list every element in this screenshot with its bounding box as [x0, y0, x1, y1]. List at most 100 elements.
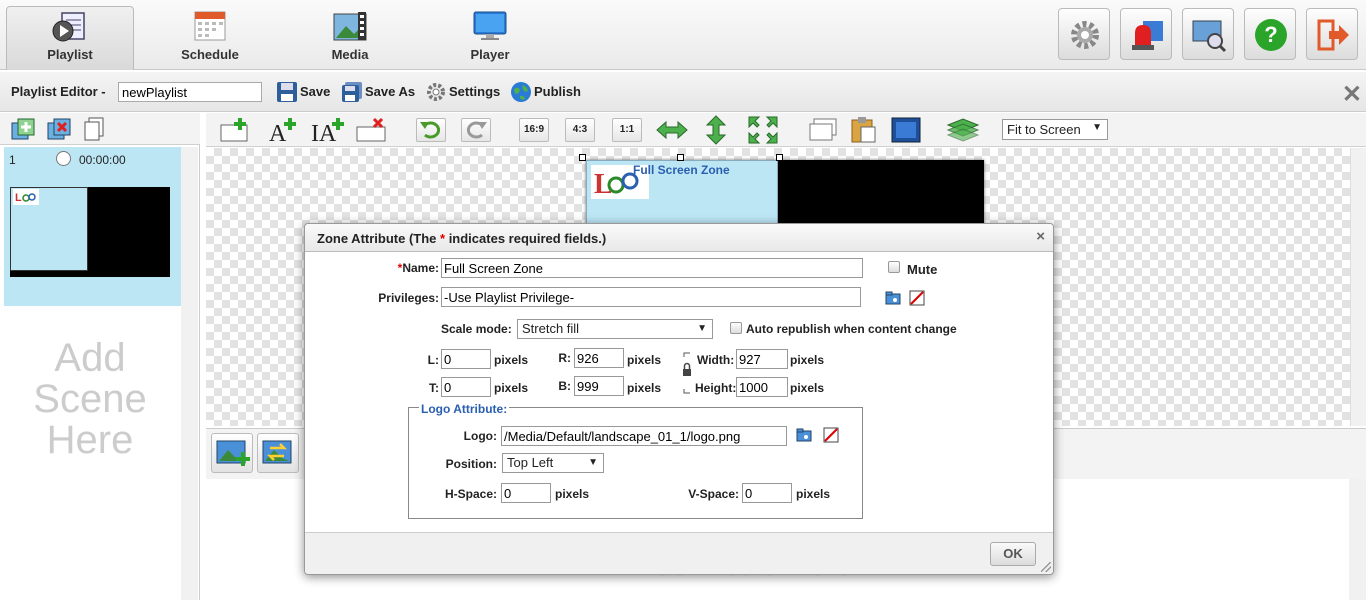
tab-schedule[interactable]: Schedule — [150, 6, 270, 70]
zone-name: Full Screen Zone — [633, 163, 730, 177]
settings-label: Settings — [449, 84, 501, 99]
ratio-label: 16:9 — [523, 124, 544, 135]
logout-button[interactable] — [1306, 8, 1358, 60]
privileges-input[interactable] — [441, 287, 861, 307]
add-zone-icon[interactable] — [220, 117, 250, 143]
auto-republish-checkbox[interactable] — [730, 322, 742, 334]
fullscreen-icon[interactable] — [748, 116, 778, 144]
name-label: *Name: — [385, 261, 439, 275]
publish-button[interactable]: Publish — [510, 81, 581, 103]
v-space-label: V-Space: — [688, 487, 739, 501]
save-label: Save — [300, 84, 331, 99]
privileges-label: Privileges: — [378, 291, 439, 305]
fit-mode-select[interactable]: Fit to Screen ▼ — [1002, 119, 1108, 140]
add-scene-icon[interactable] — [11, 118, 37, 140]
undo-button[interactable] — [416, 118, 446, 142]
ok-button[interactable]: OK — [990, 542, 1036, 566]
close-icon[interactable]: × — [1036, 228, 1045, 245]
copy-zone-icon[interactable] — [808, 118, 838, 142]
left-label: L: — [427, 353, 439, 367]
right-input[interactable] — [574, 348, 624, 368]
v-space-input[interactable] — [742, 483, 792, 503]
scale-mode-value: Stretch fill — [522, 321, 580, 336]
add-text-icon[interactable]: A — [268, 117, 298, 143]
background-icon[interactable] — [891, 117, 921, 143]
clear-icon[interactable] — [909, 290, 925, 306]
width-label: Width: — [697, 353, 735, 367]
h-space-input[interactable] — [501, 483, 551, 503]
ratio-16-9-button[interactable]: 16:9 — [519, 118, 549, 142]
top-input[interactable] — [441, 377, 491, 397]
svg-text:?: ? — [1264, 22, 1277, 47]
help-button[interactable]: ? — [1244, 8, 1296, 60]
alarm-button[interactable] — [1120, 8, 1172, 60]
scene-number: 1 — [9, 153, 16, 167]
tab-player[interactable]: Player — [430, 6, 550, 70]
add-media-button[interactable] — [211, 433, 253, 473]
settings-link-button[interactable]: Settings — [425, 81, 500, 103]
position-label: Position: — [445, 457, 497, 471]
tab-media[interactable]: Media — [290, 6, 410, 70]
dialog-header: Zone Attribute (The * indicates required… — [305, 224, 1053, 252]
paste-icon[interactable] — [849, 116, 877, 144]
ratio-1-1-button[interactable]: 1:1 — [612, 118, 642, 142]
logo-position-select[interactable]: Top Left ▼ — [502, 453, 604, 473]
scene-toolbar — [0, 113, 200, 145]
playlist-icon — [52, 12, 85, 42]
calendar-icon — [194, 11, 226, 41]
scene-item[interactable]: 1 00:00:00 L — [4, 147, 182, 306]
resize-handle[interactable] — [579, 154, 586, 161]
aspect-lock-icon[interactable] — [681, 351, 695, 395]
clear-icon[interactable] — [823, 427, 839, 443]
stretch-horizontal-icon[interactable] — [656, 119, 688, 141]
left-input[interactable] — [441, 349, 491, 369]
close-editor-icon[interactable]: ✕ — [1342, 80, 1362, 109]
publish-label: Publish — [534, 84, 581, 99]
mute-checkbox[interactable] — [888, 261, 900, 273]
dialog-title-text: Zone Attribute (The — [317, 231, 441, 246]
delete-zone-icon[interactable] — [356, 117, 388, 143]
replace-media-button[interactable] — [257, 433, 299, 473]
save-button[interactable]: Save — [276, 81, 330, 103]
logo-position-value: Top Left — [507, 455, 554, 470]
pixels-unit: pixels — [790, 381, 825, 395]
tab-playlist[interactable]: Playlist — [6, 6, 134, 70]
width-input[interactable] — [736, 349, 788, 369]
settings-button[interactable] — [1058, 8, 1110, 60]
browse-folder-icon[interactable] — [885, 290, 901, 306]
canvas-scrollbar[interactable] — [1350, 148, 1366, 426]
ratio-label: 1:1 — [619, 124, 635, 135]
name-label-text: Name: — [402, 261, 439, 275]
layers-icon[interactable] — [946, 117, 980, 143]
scale-mode-select[interactable]: Stretch fill ▼ — [517, 319, 713, 339]
scene-scrollbar[interactable] — [181, 147, 198, 600]
bottom-input[interactable] — [574, 376, 624, 396]
replace-image-icon — [262, 440, 292, 464]
thumbnail-zone: L — [10, 187, 88, 271]
media-scrollbar[interactable] — [1349, 479, 1366, 600]
right-label: R: — [558, 351, 571, 365]
zone-name-input[interactable] — [441, 258, 863, 278]
dialog-title: Zone Attribute (The * indicates required… — [317, 231, 606, 246]
add-scroll-text-icon[interactable]: IA — [310, 117, 346, 143]
scene-duration: 00:00:00 — [79, 153, 126, 167]
browse-folder-icon[interactable] — [796, 427, 812, 443]
screen-search-button[interactable] — [1182, 8, 1234, 60]
pixels-unit: pixels — [627, 381, 662, 395]
playlist-name-input[interactable] — [118, 82, 262, 102]
ratio-4-3-button[interactable]: 4:3 — [565, 118, 595, 142]
redo-icon — [466, 121, 487, 139]
resize-handle[interactable] — [677, 154, 684, 161]
copy-scene-icon[interactable] — [83, 117, 105, 141]
delete-scene-icon[interactable] — [47, 118, 73, 140]
editor-title: Playlist Editor - — [11, 84, 106, 99]
redo-button[interactable] — [461, 118, 491, 142]
alarm-icon — [1132, 21, 1163, 50]
logo-path-input[interactable] — [501, 426, 787, 446]
resize-grip-icon[interactable] — [1041, 562, 1051, 572]
stretch-vertical-icon[interactable] — [704, 115, 728, 145]
resize-handle[interactable] — [776, 154, 783, 161]
dialog-title-text: indicates required fields.) — [445, 231, 607, 246]
height-input[interactable] — [736, 377, 788, 397]
save-as-button[interactable]: Save As — [341, 81, 415, 103]
